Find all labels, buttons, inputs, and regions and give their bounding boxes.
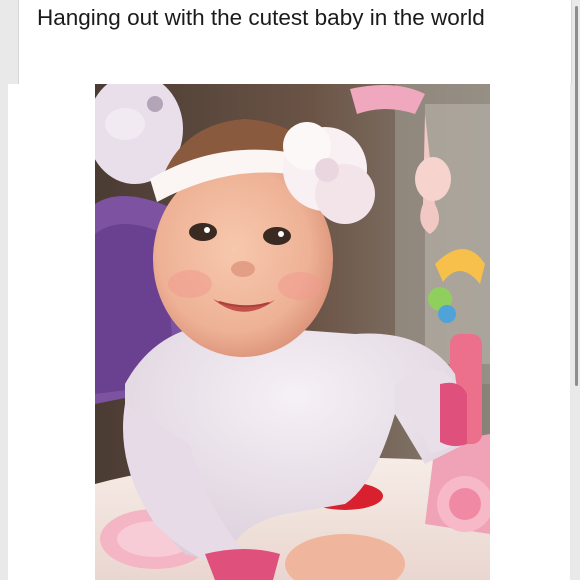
post-view: Hanging out with the cutest baby in the … xyxy=(0,0,580,580)
baby-photo-illustration xyxy=(95,84,490,580)
post-caption: Hanging out with the cutest baby in the … xyxy=(37,5,485,30)
post-header: Hanging out with the cutest baby in the … xyxy=(18,0,572,84)
baby-photo[interactable] xyxy=(95,84,490,580)
photo-card xyxy=(8,84,570,580)
scrollbar[interactable] xyxy=(575,6,578,386)
